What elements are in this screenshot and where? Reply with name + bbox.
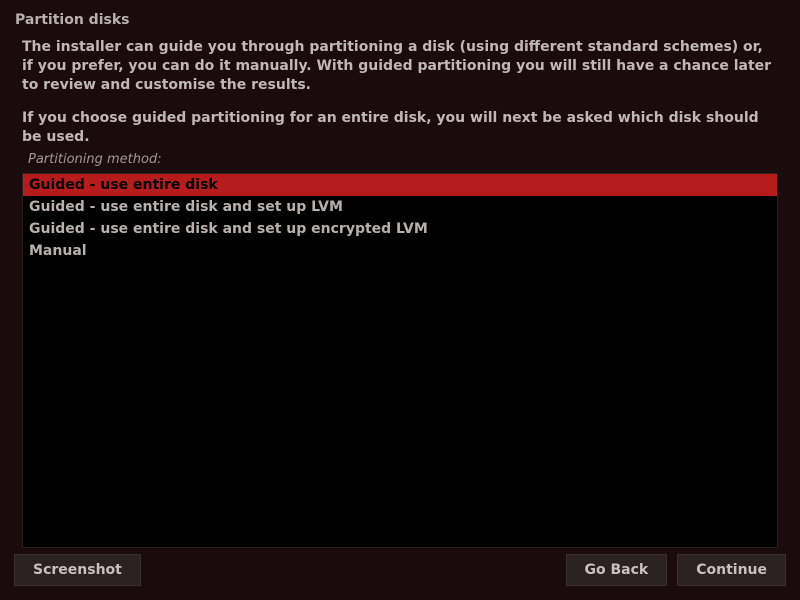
- screenshot-button[interactable]: Screenshot: [14, 554, 141, 586]
- page-title: Partition disks: [0, 0, 800, 38]
- partitioning-options-list: Guided - use entire disk Guided - use en…: [22, 173, 778, 548]
- option-guided-entire-disk[interactable]: Guided - use entire disk: [23, 174, 777, 196]
- main-content: The installer can guide you through part…: [0, 38, 800, 548]
- description-text: The installer can guide you through part…: [22, 38, 778, 95]
- option-manual[interactable]: Manual: [23, 240, 777, 262]
- option-guided-lvm[interactable]: Guided - use entire disk and set up LVM: [23, 196, 777, 218]
- continue-button[interactable]: Continue: [677, 554, 786, 586]
- option-guided-encrypted-lvm[interactable]: Guided - use entire disk and set up encr…: [23, 218, 777, 240]
- sub-description-text: If you choose guided partitioning for an…: [22, 109, 778, 147]
- go-back-button[interactable]: Go Back: [566, 554, 668, 586]
- bottom-right-buttons: Go Back Continue: [566, 554, 787, 586]
- partitioning-method-label: Partitioning method:: [22, 152, 778, 167]
- bottom-bar: Screenshot Go Back Continue: [14, 554, 786, 586]
